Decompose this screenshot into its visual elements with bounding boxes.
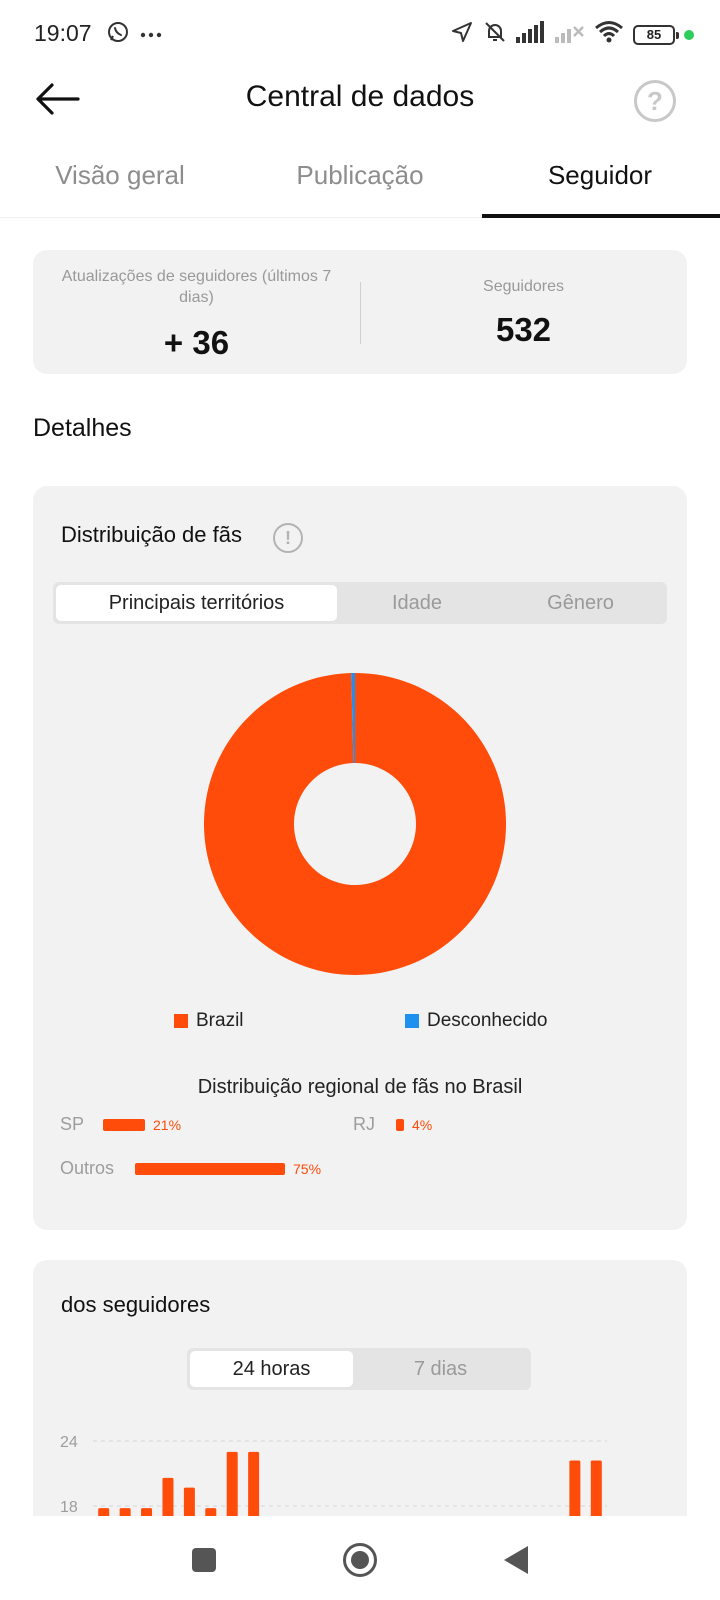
region-name: RJ [353,1114,375,1134]
activity-bar [248,1451,260,1516]
legend-label-unknown: Desconhecido [427,1010,548,1031]
status-right-icons: 85 [450,20,694,49]
followers-total-label: Seguidores [483,278,564,295]
signal-no-sim-icon [555,21,585,48]
details-heading: Detalhes [33,414,132,442]
triangle-back-icon [504,1546,528,1574]
region-bar [135,1162,285,1175]
activity-bar [590,1460,602,1516]
segment-age[interactable]: Idade [337,585,497,621]
followers-activity-bar-chart: 24 18 [60,1434,607,1516]
whatsapp-icon [106,20,130,49]
follower-summary-card: Atualizações de seguidores (últimos 7 di… [33,250,687,374]
region-bar [396,1118,404,1131]
home-button[interactable] [338,1538,382,1582]
activity-bar [98,1508,110,1516]
region-row-others: Outros 75% [60,1158,321,1179]
activity-bar [183,1487,195,1516]
tab-overview[interactable]: Visão geral [0,146,240,218]
info-icon[interactable]: ! [273,523,303,553]
territory-donut-chart [203,673,506,975]
wifi-icon [594,20,624,49]
battery-icon: 85 [633,24,679,45]
region-percent: 4% [412,1116,433,1133]
follower-updates-label: Atualizações de seguidores (últimos 7 di… [61,268,332,306]
fan-distribution-card: Distribuição de fãs ! Principais territó… [33,486,687,1230]
page-title: Central de dados [245,80,475,113]
privacy-indicator-dot [684,29,694,40]
segment-gender[interactable]: Gênero [497,585,664,621]
status-left-icons [106,20,162,49]
legend-swatch-brazil [174,1014,188,1028]
region-percent: 21% [153,1116,182,1133]
region-row-sp: SP 21% [60,1114,181,1135]
legend-swatch-unknown [405,1014,419,1028]
followers-total-block: Seguidores 532 [360,250,687,374]
tab-active-indicator [482,214,720,218]
legend-item-unknown: Desconhecido [405,1010,547,1032]
follower-updates-block: Atualizações de seguidores (últimos 7 di… [33,250,360,374]
help-button[interactable]: ? [634,80,676,122]
legend-item-brazil: Brazil [174,1010,244,1032]
region-percent: 75% [293,1160,322,1177]
followers-activity-card: dos seguidores 24 horas 7 dias 24 18 [33,1260,687,1520]
fan-distribution-title: Distribuição de fãs [61,522,242,547]
legend-label-brazil: Brazil [196,1010,244,1031]
follower-updates-value: + 36 [163,324,230,361]
region-name: Outros [60,1158,115,1178]
circle-icon [343,1543,377,1577]
activity-bar [205,1508,217,1516]
more-dots-icon [140,26,162,44]
y-tick-label: 18 [60,1499,78,1516]
activity-bar [162,1477,174,1516]
recent-apps-button[interactable] [182,1538,226,1582]
activity-bar [569,1460,581,1516]
activity-bar [226,1451,238,1516]
back-nav-button[interactable] [494,1538,538,1582]
app-header: Central de dados ? [0,66,720,136]
system-navigation-bar [0,1516,720,1600]
activity-bar [141,1508,153,1516]
tab-follower[interactable]: Seguidor [480,146,720,218]
y-tick-label: 24 [60,1434,78,1451]
tab-publication[interactable]: Publicação [240,146,480,218]
signal-icon [516,21,546,48]
square-icon [192,1548,216,1572]
location-icon [450,20,474,49]
activity-bar [119,1508,131,1516]
segment-top-territories[interactable]: Principais territórios [56,585,337,621]
fan-distribution-segmented-control: Principais territórios Idade Gênero [53,582,667,624]
region-name: SP [60,1114,85,1134]
bell-off-icon [483,20,507,49]
followers-total-value: 532 [495,311,552,348]
regional-distribution-title: Distribuição regional de fãs no Brasil [197,1076,523,1098]
donut-legend: Brazil Desconhecido [33,1010,687,1040]
region-row-rj: RJ 4% [353,1114,432,1135]
region-bar [103,1118,145,1131]
status-bar: 19:07 85 [0,0,720,66]
status-time: 19:07 [34,20,92,46]
tab-bar: Visão geral Publicação Seguidor [0,146,720,218]
